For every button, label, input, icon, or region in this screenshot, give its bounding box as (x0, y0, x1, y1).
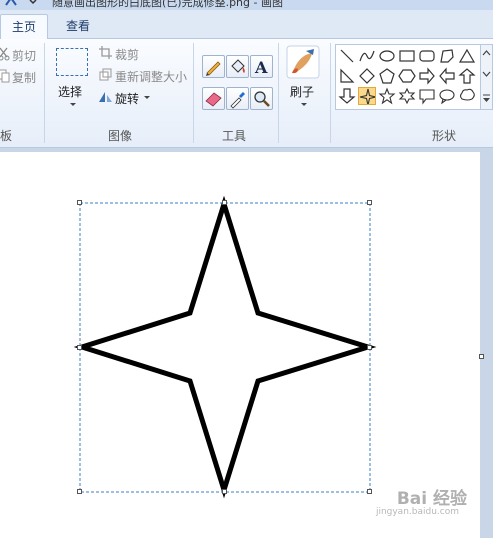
selection-handle-top-right[interactable] (367, 200, 372, 205)
group-divider (330, 43, 331, 143)
brushes-button[interactable]: 刷子 (290, 83, 314, 100)
copy-icon (0, 69, 10, 83)
tab-home[interactable]: 主页 (0, 14, 48, 39)
tab-view[interactable]: 查看 (56, 14, 100, 38)
canvas-resize-handle[interactable] (479, 354, 484, 359)
resize-icon (99, 68, 112, 81)
shape-pentagon-icon[interactable] (378, 67, 396, 85)
cut-icon (0, 47, 10, 61)
shape-right-arrow-icon[interactable] (418, 67, 436, 85)
ribbon-tab-bar: 主页 查看 (0, 10, 493, 39)
shape-diamond-icon[interactable] (358, 67, 376, 85)
shape-polygon-icon[interactable] (438, 47, 456, 65)
text-a-icon: A (254, 58, 268, 77)
brushes-dropdown-arrow-icon[interactable] (299, 101, 309, 109)
gallery-scroll-down-icon[interactable] (482, 69, 491, 78)
shape-rounded-rectangle-icon[interactable] (418, 47, 436, 65)
clipboard-group-label: 板 (0, 129, 13, 143)
shape-six-point-star-icon[interactable] (398, 87, 416, 105)
selection-handle-right[interactable] (367, 345, 372, 350)
title-bar: 随意画出图形的白底图(已)完成修整.png - 画图 (0, 0, 493, 10)
color-picker-tool[interactable] (226, 87, 249, 110)
shapes-gallery (335, 44, 481, 110)
quick-access-chevron-icon[interactable] (28, 0, 38, 7)
crop-icon (99, 46, 112, 59)
watermark-url: jingyan.baidu.com (375, 507, 459, 517)
eraser-tool[interactable] (202, 87, 225, 110)
paint-bucket-icon (231, 59, 245, 73)
shapes-group-label: 形状 (432, 129, 457, 143)
selection-handle-top[interactable] (222, 200, 227, 205)
cut-button[interactable]: 剪切 (12, 47, 36, 64)
shape-left-arrow-icon[interactable] (438, 67, 456, 85)
ribbon: 剪切 复制 板 选择 裁剪 重新调整大小 旋转 图像 A 工具 刷子 形状 (0, 39, 493, 148)
select-button[interactable]: 选择 (58, 83, 82, 100)
text-tool[interactable]: A (250, 55, 273, 78)
shape-line-icon[interactable] (338, 47, 356, 65)
shape-triangle-icon[interactable] (458, 47, 476, 65)
resize-button[interactable]: 重新调整大小 (115, 68, 187, 85)
select-dropdown-arrow-icon[interactable] (68, 101, 78, 109)
tools-group-label: 工具 (222, 129, 247, 143)
crop-button[interactable]: 裁剪 (115, 46, 139, 63)
shape-rectangle-icon[interactable] (398, 47, 416, 65)
shape-oval-icon[interactable] (378, 47, 396, 65)
shape-rectangle-callout-icon[interactable] (418, 87, 436, 105)
copy-button[interactable]: 复制 (12, 69, 36, 86)
shape-five-point-star-icon[interactable] (378, 87, 396, 105)
paint-app-icon (5, 0, 17, 6)
shape-four-point-star-icon[interactable] (358, 87, 376, 105)
fill-tool[interactable] (226, 55, 249, 78)
shapes-gallery-scroller (480, 44, 493, 110)
pencil-icon (206, 61, 221, 76)
gallery-expand-icon[interactable] (482, 93, 491, 104)
gallery-scroll-up-icon[interactable] (482, 49, 491, 58)
watermark-logo: Bai 经验 (396, 489, 467, 509)
image-group-label: 图像 (108, 129, 133, 143)
selection-handle-top-left[interactable] (77, 200, 82, 205)
eyedropper-icon (230, 92, 245, 109)
selection-handle-bottom[interactable] (222, 489, 227, 494)
svg-text:A: A (254, 58, 268, 77)
brush-icon (286, 45, 320, 79)
shape-right-triangle-icon[interactable] (338, 67, 356, 85)
selection-handle-left[interactable] (77, 345, 82, 350)
pencil-tool[interactable] (202, 55, 225, 78)
magnifier-tool[interactable] (250, 87, 273, 110)
window-title: 随意画出图形的白底图(已)完成修整.png - 画图 (52, 0, 283, 9)
rotate-dropdown-arrow-icon[interactable] (143, 95, 151, 101)
shape-hexagon-icon[interactable] (398, 67, 416, 85)
shape-curve-icon[interactable] (358, 47, 376, 65)
shape-up-arrow-icon[interactable] (458, 67, 476, 85)
eraser-icon (205, 92, 222, 107)
group-divider (278, 43, 279, 143)
drawing-canvas[interactable] (0, 152, 480, 538)
shape-oval-callout-icon[interactable] (438, 87, 456, 105)
selection-handle-bottom-right[interactable] (367, 489, 372, 494)
rotate-button[interactable]: 旋转 (115, 90, 139, 107)
shape-down-arrow-icon[interactable] (338, 87, 356, 105)
group-divider (44, 43, 45, 143)
shape-cloud-callout-icon[interactable] (458, 87, 476, 105)
selection-handle-bottom-left[interactable] (77, 489, 82, 494)
select-icon (56, 48, 88, 76)
magnifier-icon (254, 91, 270, 107)
group-divider (193, 43, 194, 143)
rotate-icon (99, 92, 112, 102)
